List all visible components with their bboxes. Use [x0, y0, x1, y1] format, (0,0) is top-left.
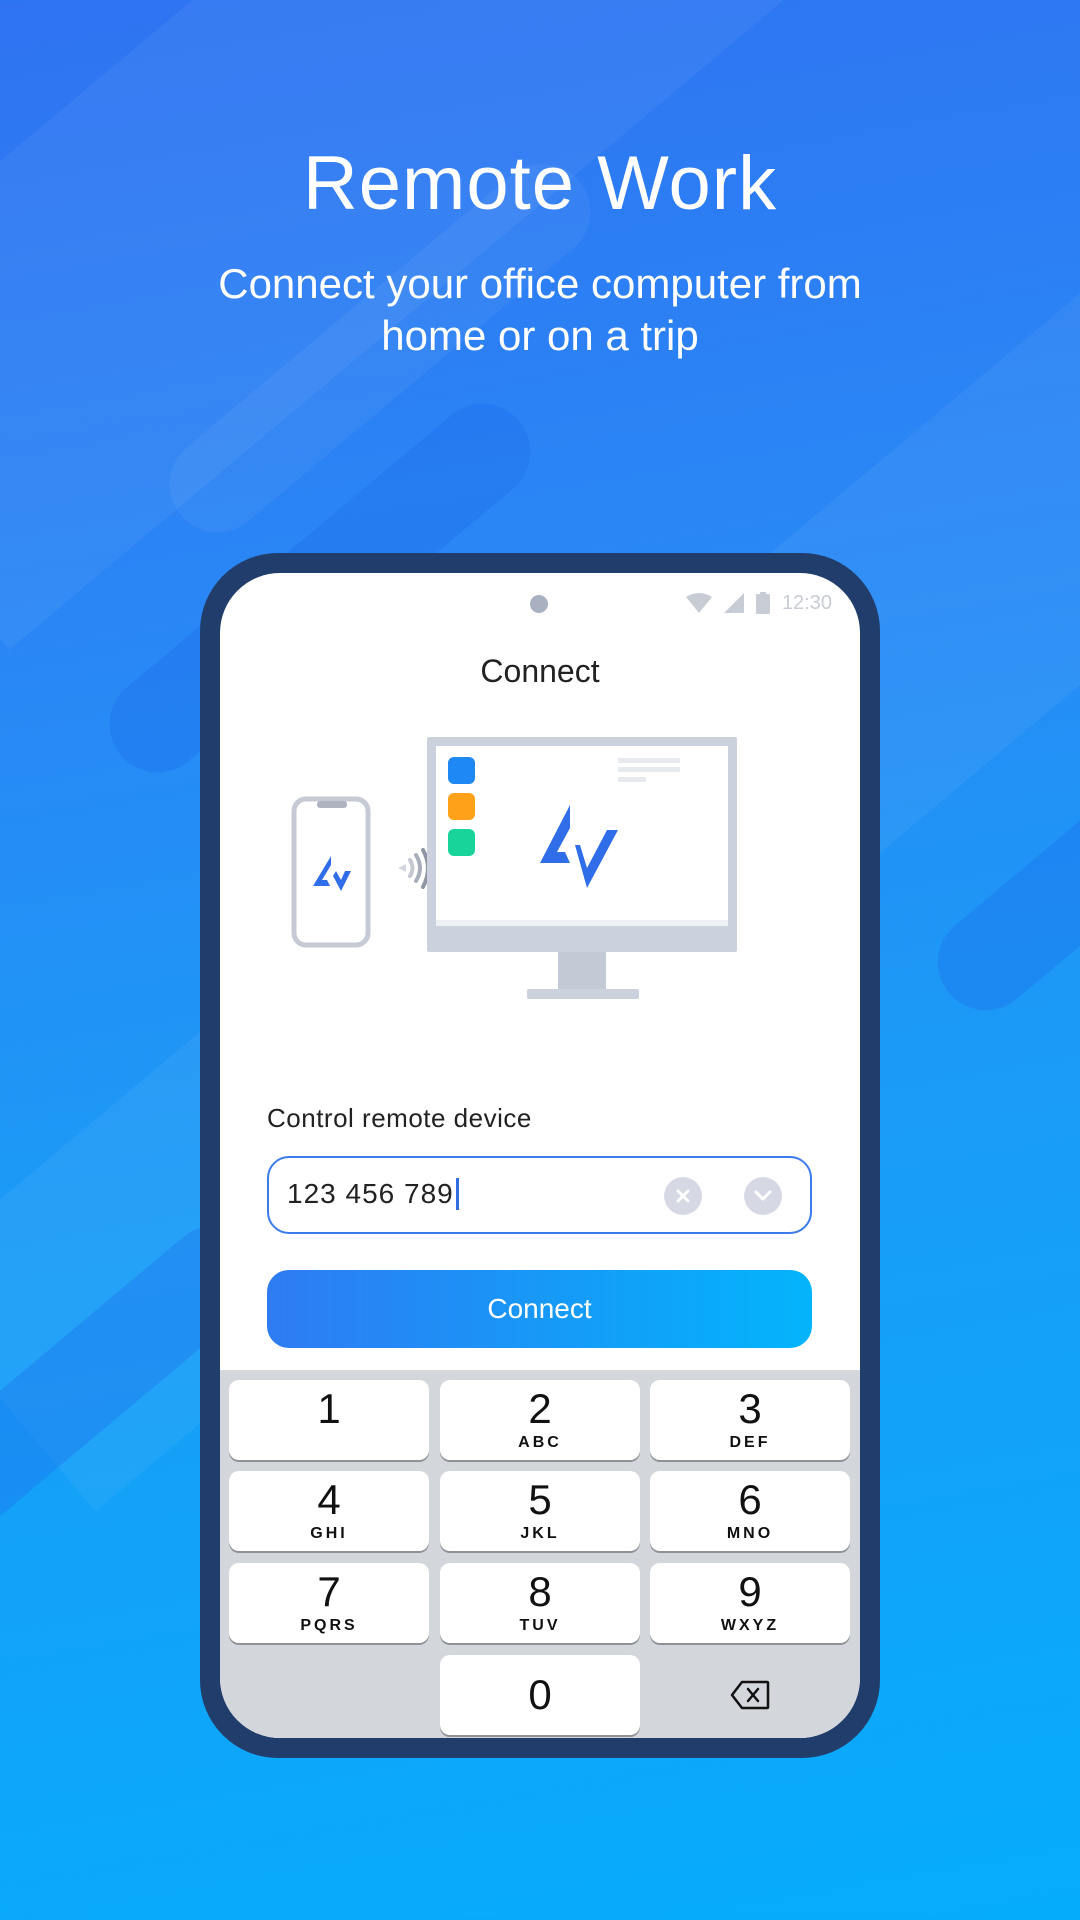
- key-letters: DEF: [729, 1434, 771, 1451]
- hero-title: Remote Work: [302, 141, 778, 226]
- key-digit: 8: [528, 1568, 552, 1615]
- key-letters: ABC: [518, 1434, 562, 1451]
- key-0[interactable]: 0: [440, 1655, 640, 1735]
- app-tile-blue: [448, 757, 475, 784]
- key-5[interactable]: 5 JKL: [440, 1471, 640, 1551]
- phone-screen: 12:30 Connect Control remote device 123 …: [220, 573, 860, 1738]
- key-letters: JKL: [520, 1525, 560, 1542]
- backspace-key[interactable]: [650, 1655, 850, 1735]
- key-letters: TUV: [519, 1617, 561, 1634]
- key-4[interactable]: 4 GHI: [229, 1471, 429, 1551]
- device-id-value[interactable]: 123 456 789: [287, 1178, 459, 1210]
- control-remote-device-label: Control remote device: [267, 1103, 532, 1133]
- key-letters: GHI: [310, 1525, 348, 1542]
- battery-icon: [755, 592, 770, 614]
- hero-subtitle-line-2: home or on a trip: [381, 312, 699, 359]
- key-letters: MNO: [726, 1525, 774, 1542]
- key-digit: 2: [528, 1385, 552, 1432]
- key-digit: 6: [738, 1476, 762, 1523]
- numeric-keypad: 1 2 ABC 3 DEF 4 GHI 5 JKL 6 MNO 7 PQRS 8…: [220, 1370, 860, 1738]
- key-3[interactable]: 3 DEF: [650, 1380, 850, 1460]
- text-caret: [455, 1178, 459, 1210]
- key-digit: 1: [317, 1385, 341, 1432]
- device-id-text: 123 456 789: [287, 1178, 454, 1209]
- close-icon: [676, 1189, 690, 1203]
- wifi-icon: [685, 593, 712, 613]
- mobile-device-illustration: [291, 796, 371, 948]
- key-digit: 0: [528, 1671, 552, 1718]
- key-1[interactable]: 1: [229, 1380, 429, 1460]
- key-digit: 5: [528, 1476, 552, 1523]
- app-tile-green: [448, 829, 475, 856]
- history-dropdown-button[interactable]: [744, 1177, 782, 1215]
- hero-subtitle-line-1: Connect your office computer from: [218, 260, 862, 307]
- key-9[interactable]: 9 WXYZ: [650, 1563, 850, 1643]
- key-digit: 7: [317, 1568, 341, 1615]
- camera-dot: [530, 595, 548, 613]
- key-6[interactable]: 6 MNO: [650, 1471, 850, 1551]
- key-7[interactable]: 7 PQRS: [229, 1563, 429, 1643]
- hero-subtitle: Connect your office computer from home o…: [0, 258, 1080, 362]
- phone-mockup: 12:30 Connect Control remote device 123 …: [200, 553, 880, 1758]
- app-tile-orange: [448, 793, 475, 820]
- key-8[interactable]: 8 TUV: [440, 1563, 640, 1643]
- device-id-input[interactable]: 123 456 789: [267, 1156, 812, 1234]
- desktop-computer-illustration: [427, 737, 737, 999]
- key-digit: 3: [738, 1385, 762, 1432]
- key-digit: 9: [738, 1568, 762, 1615]
- chevron-down-icon: [754, 1190, 772, 1201]
- signal-waves-icon: [398, 848, 430, 889]
- key-2[interactable]: 2 ABC: [440, 1380, 640, 1460]
- backspace-icon: [730, 1680, 770, 1710]
- connect-button[interactable]: Connect: [267, 1270, 812, 1348]
- key-digit: 4: [317, 1476, 341, 1523]
- key-letters: WXYZ: [720, 1617, 780, 1634]
- signal-icon: [723, 593, 744, 613]
- connection-illustration: [291, 737, 737, 999]
- clear-input-button[interactable]: [664, 1177, 702, 1215]
- screen-title: Connect: [480, 653, 600, 689]
- status-bar: 12:30: [685, 590, 832, 616]
- status-time: 12:30: [781, 591, 832, 614]
- key-letters: PQRS: [300, 1617, 358, 1634]
